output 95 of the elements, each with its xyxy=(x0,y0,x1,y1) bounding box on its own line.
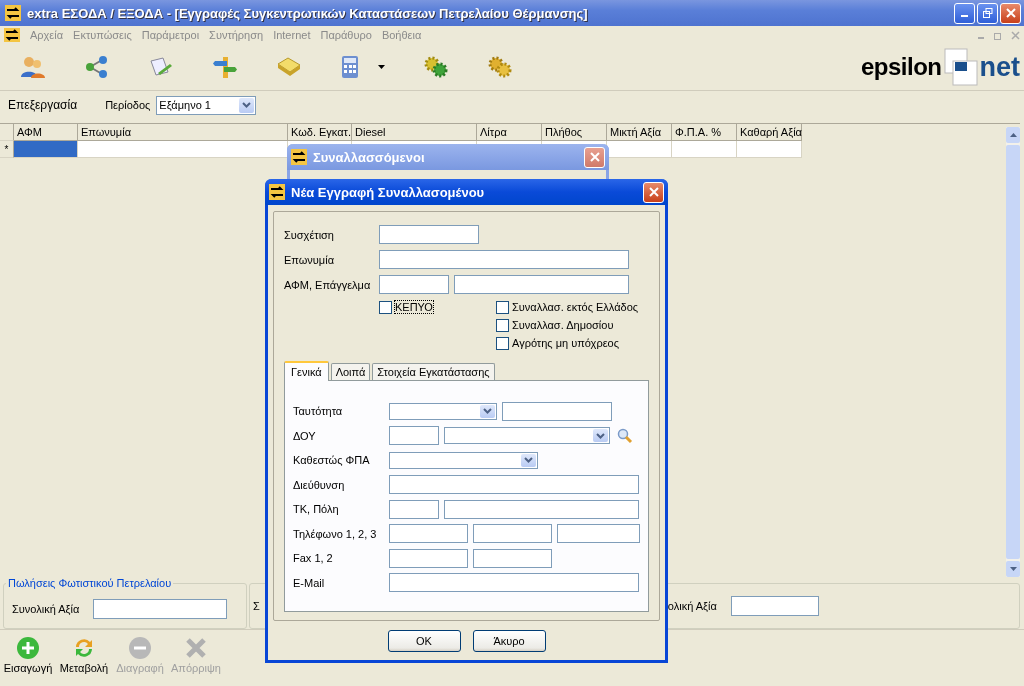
minimize-icon xyxy=(961,15,968,17)
calculator-icon[interactable] xyxy=(340,55,360,79)
view-tab[interactable]: Επεξεργασία xyxy=(8,98,78,112)
close-icon xyxy=(1005,8,1016,18)
table-cell[interactable] xyxy=(78,141,288,158)
dialog-title: Νέα Εγγραφή Συναλλασομένου xyxy=(291,184,485,200)
field-label: Σ xyxy=(253,600,260,612)
input-field[interactable] xyxy=(389,573,639,593)
input-field[interactable] xyxy=(389,524,468,544)
tab[interactable]: Λοιπά xyxy=(330,363,371,380)
input-field[interactable] xyxy=(454,275,629,294)
field-label: Συσχέτιση xyxy=(284,228,335,241)
gears-icon[interactable] xyxy=(423,55,449,79)
checkbox-option[interactable]: Αγρότης μη υπόχρεος xyxy=(496,335,639,351)
input-field[interactable] xyxy=(444,499,639,519)
input-field[interactable] xyxy=(389,548,468,568)
field-label: Τηλέφωνο 1, 2, 3 xyxy=(293,527,378,540)
window-title: extra ΕΣΟΔΑ / ΕΞΟΔΑ - [Εγγραφές Συγκεντρωτικών Καταστάσεων Πετρελαίου Θέρμανσης] xyxy=(27,5,589,21)
cancel-button[interactable]: Άκυρο xyxy=(472,630,546,652)
tab[interactable]: Στοιχεία Εγκατάστασης xyxy=(372,363,495,380)
field-label: Ταυτότητα xyxy=(293,405,344,418)
table-cell[interactable] xyxy=(737,141,802,158)
input-field[interactable] xyxy=(557,524,640,544)
document-pencil-icon[interactable] xyxy=(148,55,174,79)
minus-icon xyxy=(128,636,152,660)
caret-icon[interactable] xyxy=(378,65,385,69)
plus-icon xyxy=(16,636,40,660)
table-cell[interactable] xyxy=(14,141,78,158)
chevron-icon xyxy=(242,102,252,108)
restore-icon xyxy=(982,8,993,18)
field-label: ΤΚ, Πόλη xyxy=(293,503,340,516)
input-field[interactable] xyxy=(502,401,612,421)
group-title: Πωλήσεις Φωτιστικού Πετρελαίου xyxy=(7,577,173,589)
logo-text: net xyxy=(979,51,1020,83)
field-label: Διεύθυνση xyxy=(293,478,346,491)
close-button[interactable] xyxy=(643,181,664,203)
dropdown[interactable] xyxy=(389,451,538,469)
refresh-button[interactable]: Μεταβολή xyxy=(58,636,110,674)
field-label: ΔΟΥ xyxy=(293,429,317,442)
logo-mark-icon xyxy=(943,48,978,86)
restore-icon[interactable] xyxy=(994,30,1003,40)
cross-icon xyxy=(184,636,208,660)
people-icon[interactable] xyxy=(20,55,46,79)
close-icon xyxy=(648,187,659,197)
input-field[interactable] xyxy=(93,598,228,619)
logo-text: epsilon xyxy=(861,53,942,81)
ok-button[interactable]: OK xyxy=(387,630,461,652)
field-label: Fax 1, 2 xyxy=(293,552,334,565)
minimize-button[interactable] xyxy=(954,2,975,24)
tab[interactable]: Γενικά xyxy=(284,361,329,381)
up-arrow-icon xyxy=(1009,133,1017,137)
add-button[interactable]: Εισαγωγή xyxy=(2,636,54,674)
chevron-icon xyxy=(596,432,605,439)
down-arrow-icon xyxy=(1009,567,1017,571)
input-field[interactable] xyxy=(379,275,449,294)
input-field[interactable] xyxy=(730,596,819,616)
field-label: Συνολική Αξία xyxy=(12,602,80,615)
input-field[interactable] xyxy=(389,499,439,519)
input-field[interactable] xyxy=(379,250,629,269)
close-button[interactable] xyxy=(1000,2,1021,24)
search-icon[interactable] xyxy=(617,427,633,444)
field-label: Καθεστώς ΦΠΑ xyxy=(293,454,371,467)
dropdown[interactable] xyxy=(389,402,497,420)
app-icon xyxy=(269,184,285,200)
close-icon[interactable] xyxy=(1011,30,1020,40)
close-icon xyxy=(589,152,600,162)
dropdown[interactable] xyxy=(444,427,610,445)
app-icon xyxy=(5,5,21,21)
app-icon xyxy=(291,149,307,165)
chevron-icon xyxy=(524,457,533,464)
input-field[interactable] xyxy=(473,524,552,544)
field-label: ΑΦΜ, Επάγγελμα xyxy=(284,278,372,291)
input-field[interactable] xyxy=(389,475,639,495)
signpost-icon[interactable] xyxy=(212,55,238,79)
restore-button[interactable] xyxy=(977,2,998,24)
table-cell[interactable] xyxy=(607,141,672,158)
checkbox-option[interactable]: Συναλλασ. εκτός Ελλάδος xyxy=(496,299,639,315)
field-label: E-Mail xyxy=(293,576,326,589)
gears-icon[interactable] xyxy=(487,55,513,79)
dialog-title: Συναλλασσόμενοι xyxy=(313,149,425,165)
input-field[interactable] xyxy=(389,426,439,446)
input-field[interactable] xyxy=(473,548,552,568)
table-cell[interactable] xyxy=(672,141,737,158)
book-icon[interactable] xyxy=(276,55,302,79)
chevron-icon xyxy=(483,408,492,415)
app-icon xyxy=(4,28,20,42)
period-label: Περίοδος xyxy=(105,99,151,111)
period-dropdown[interactable]: Εξάμηνο 1 xyxy=(156,95,257,115)
checkbox-option[interactable]: Συναλλασ. Δημοσίου xyxy=(496,317,639,333)
checkbox-option[interactable]: ΚΕΠΥΟ xyxy=(379,299,496,315)
field-label: ολική Αξία xyxy=(667,600,717,612)
scrollbar[interactable] xyxy=(1006,127,1020,577)
field-label: Επωνυμία xyxy=(284,253,335,266)
input-field[interactable] xyxy=(379,225,479,244)
network-icon[interactable] xyxy=(84,55,110,79)
